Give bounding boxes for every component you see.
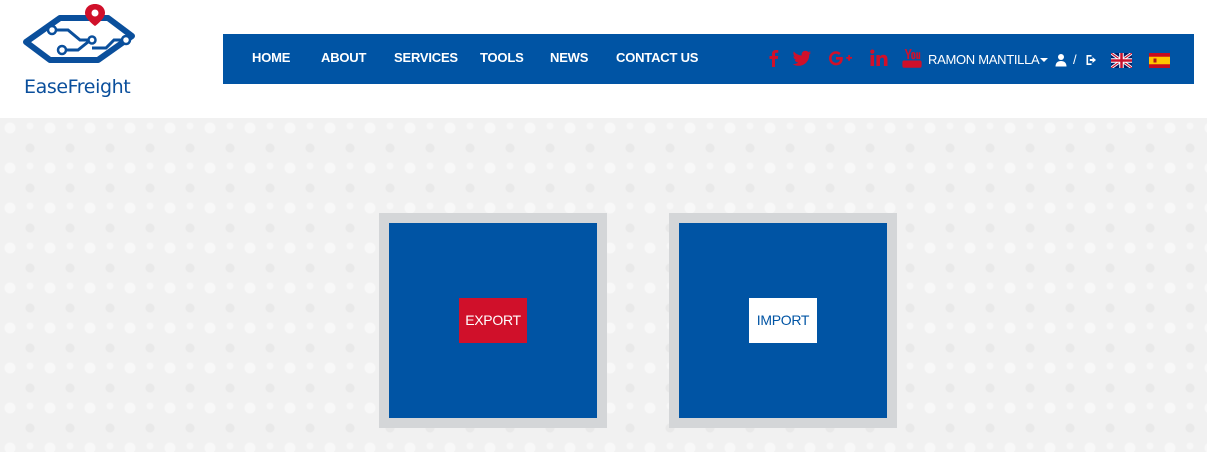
logo-text: EaseFreight xyxy=(24,76,131,98)
export-button[interactable]: EXPORT xyxy=(459,298,527,343)
user-menu[interactable]: RAMON MANTILLA xyxy=(928,52,1049,67)
export-card-frame: EXPORT xyxy=(379,213,607,428)
main-content: EXPORT IMPORT xyxy=(0,118,1207,452)
nav-tools[interactable]: TOOLS xyxy=(480,50,524,65)
spain-flag-icon[interactable] xyxy=(1149,53,1170,68)
twitter-icon[interactable] xyxy=(791,47,813,69)
import-card-frame: IMPORT xyxy=(669,213,897,428)
google-plus-icon[interactable] xyxy=(827,47,855,69)
uk-flag-icon[interactable] xyxy=(1110,51,1133,70)
user-name: RAMON MANTILLA xyxy=(928,52,1040,67)
import-button[interactable]: IMPORT xyxy=(749,298,817,343)
nav-services[interactable]: SERVICES xyxy=(394,50,458,65)
separator: / xyxy=(1073,52,1077,67)
caret-down-icon xyxy=(1040,57,1049,62)
nav-news[interactable]: NEWS xyxy=(550,50,588,65)
linkedin-icon[interactable] xyxy=(868,47,890,69)
sign-out-icon[interactable] xyxy=(1085,53,1099,67)
logo[interactable]: EaseFreight xyxy=(22,4,142,102)
youtube-icon[interactable] xyxy=(901,47,923,69)
facebook-icon[interactable] xyxy=(763,47,785,69)
header: EaseFreight HOME ABOUT SERVICES TOOLS NE… xyxy=(0,0,1207,118)
main-navbar: HOME ABOUT SERVICES TOOLS NEWS CONTACT U… xyxy=(223,34,1194,84)
nav-contact-us[interactable]: CONTACT US xyxy=(616,50,698,65)
user-icon[interactable] xyxy=(1054,53,1068,67)
import-card[interactable]: IMPORT xyxy=(679,223,887,418)
nav-about[interactable]: ABOUT xyxy=(321,50,366,65)
logo-icon xyxy=(23,4,135,63)
export-card[interactable]: EXPORT xyxy=(389,223,597,418)
nav-home[interactable]: HOME xyxy=(252,50,290,65)
